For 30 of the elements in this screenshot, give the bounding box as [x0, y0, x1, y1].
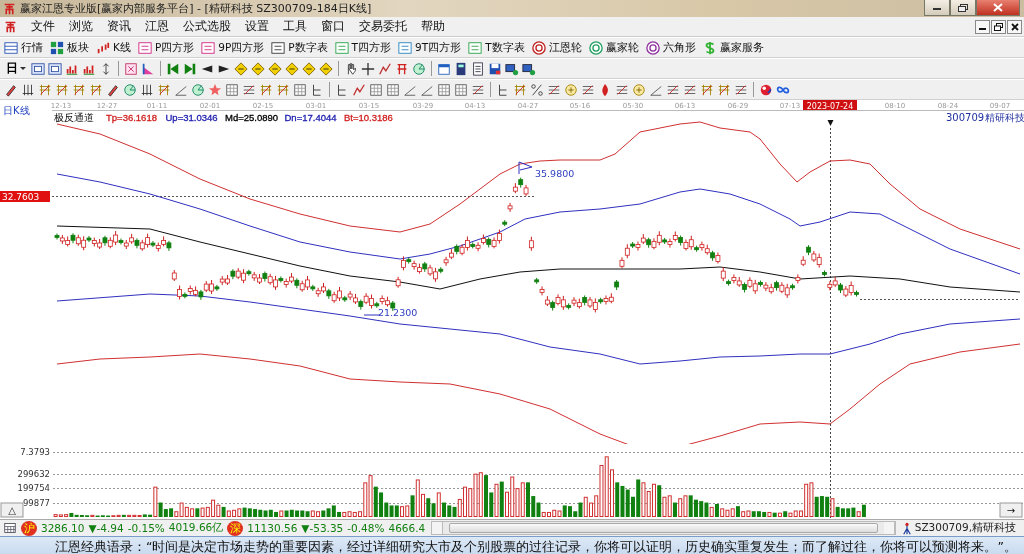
stock-name: 精研科技	[985, 112, 1024, 123]
cursor-date-label: 2023-07-24	[803, 100, 857, 111]
quote-text: 江恩经典语录：“时间是决定市场走势的重要因素，经过详细研究大市及个别股票的过往记录，你将可以证明，历史确实重复发生；而了解过往，你将可以预测将来。”。	[55, 539, 1017, 554]
indicator-value: Md=25.0890	[225, 112, 279, 123]
indicator-value: Bt=10.3186	[344, 112, 393, 123]
price-tag: 32.7603	[0, 191, 50, 202]
indicator-value: Up=31.0346	[165, 112, 218, 123]
security-label: SZ300709,精研科技	[914, 521, 1016, 535]
indicator-value: Dn=17.4044	[284, 112, 337, 123]
index-change: ▼-4.94	[88, 522, 124, 534]
index-percent: -0.48%	[347, 522, 385, 534]
volume-scale-label: 7.3793	[20, 447, 50, 457]
indicator-value: Tp=36.1618	[106, 112, 157, 123]
turnover-amount: 4019.66亿	[168, 521, 224, 535]
index-percent: -0.15%	[127, 522, 165, 534]
low-price-label: 21.2300	[378, 307, 418, 318]
axis-label: 199754	[17, 483, 50, 494]
index-change: ▼-53.35	[301, 522, 344, 534]
period-label: 日K线	[3, 105, 30, 116]
index-value: 3286.10	[41, 522, 85, 534]
index-value: 11130.56	[247, 522, 298, 534]
indicator-name: 极反通道	[54, 112, 94, 123]
window-title: 赢家江恩专业版[赢家内部服务平台] - [精研科技 SZ300709-184日K线]	[20, 1, 373, 16]
turnover-amount: 4666.4	[388, 522, 426, 534]
market-badge: 深	[227, 520, 244, 536]
axis-label: 299632	[17, 468, 50, 479]
stock-code: 300709	[946, 112, 985, 123]
axis-label: 99877	[22, 497, 50, 508]
high-price-label: 35.9800	[535, 168, 575, 179]
market-badge: 沪	[21, 520, 37, 536]
